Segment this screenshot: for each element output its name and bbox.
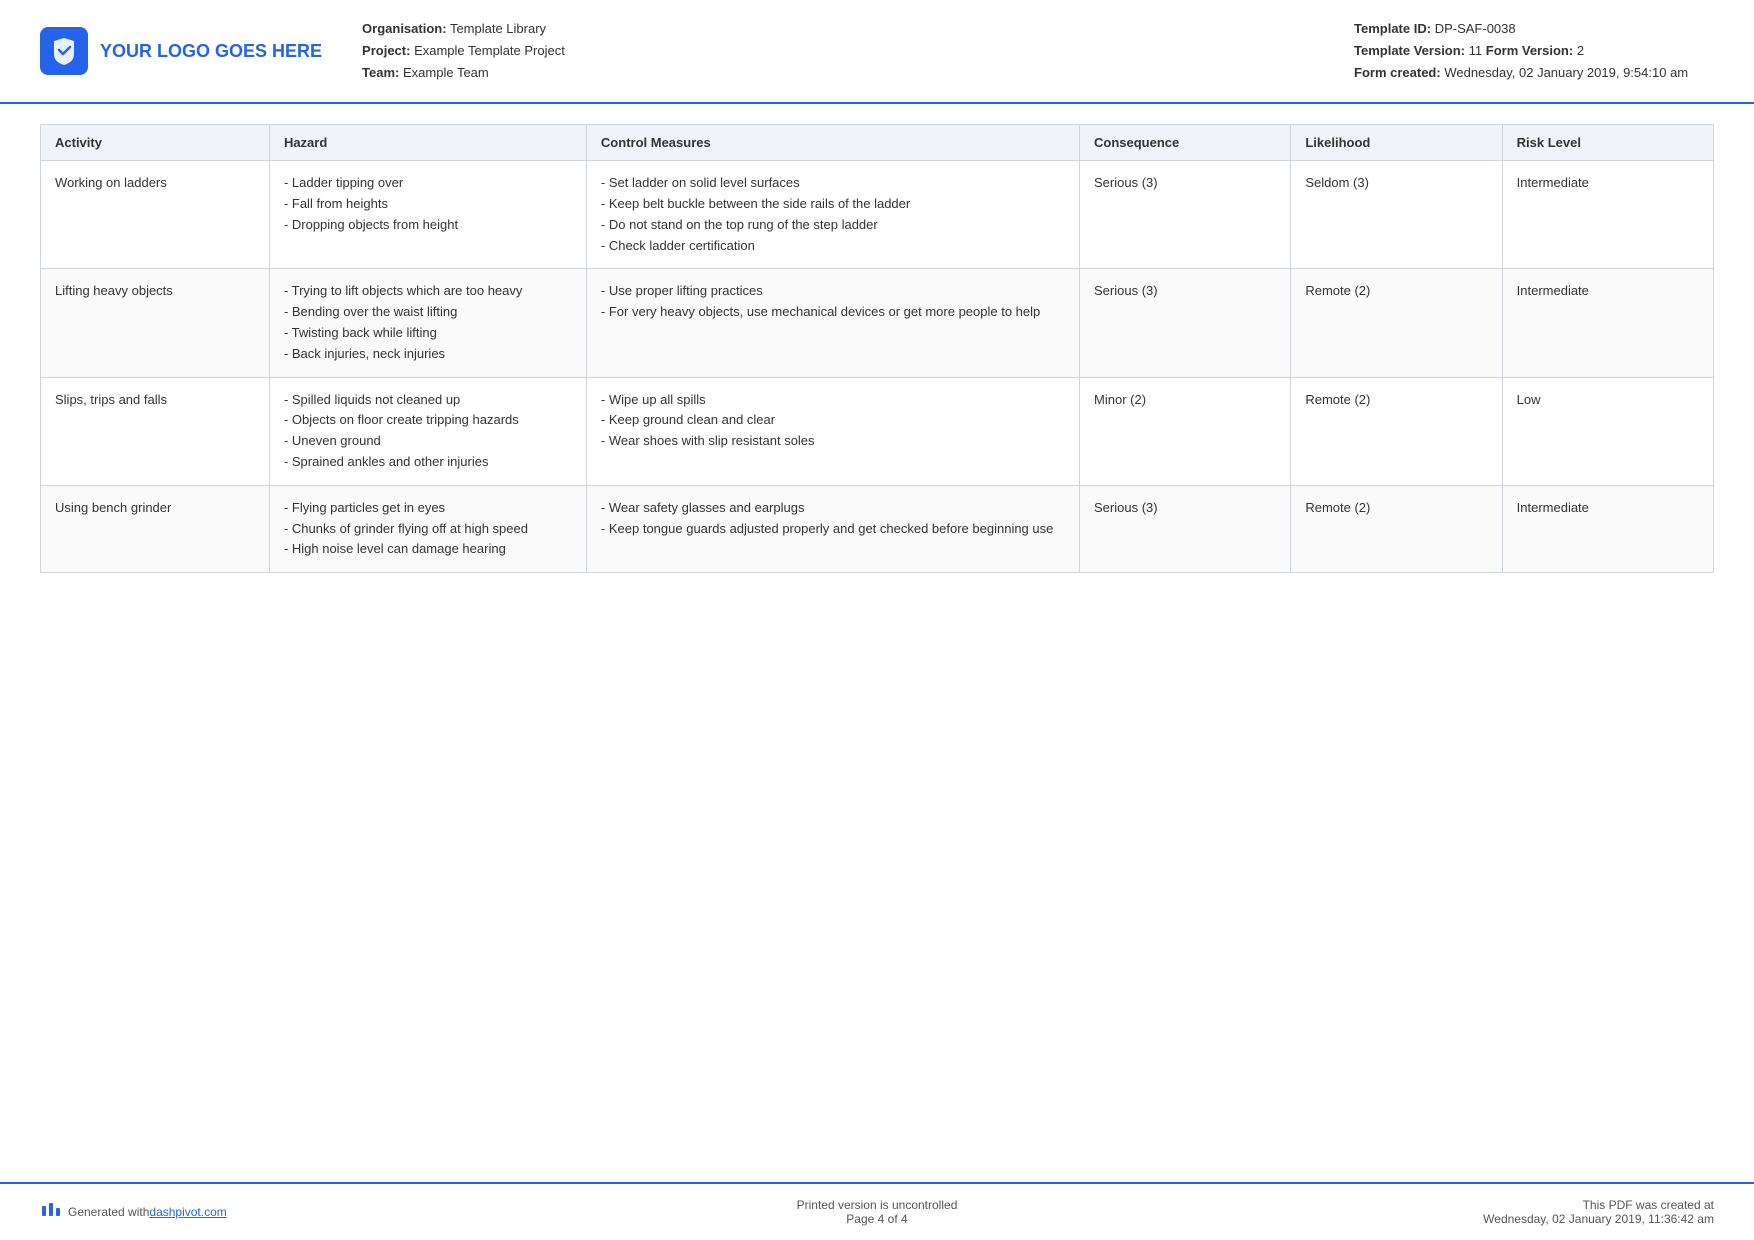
form-created-value: Wednesday, 02 January 2019, 9:54:10 am <box>1444 65 1688 80</box>
col-header-risk: Risk Level <box>1502 125 1713 161</box>
consequence-cell: Minor (2) <box>1080 377 1291 485</box>
activity-cell: Slips, trips and falls <box>41 377 270 485</box>
project-line: Project: Example Template Project <box>362 40 1354 62</box>
risk-level-cell: Low <box>1502 377 1713 485</box>
page: YOUR LOGO GOES HERE Organisation: Templa… <box>0 0 1754 1240</box>
footer-center: Printed version is uncontrolled Page 4 o… <box>797 1198 958 1226</box>
table-row: Slips, trips and falls- Spilled liquids … <box>41 377 1714 485</box>
hazard-cell: - Flying particles get in eyes- Chunks o… <box>269 485 586 572</box>
logo-icon <box>40 27 88 75</box>
template-version-label: Template Version: <box>1354 43 1465 58</box>
main-content: Activity Hazard Control Measures Consequ… <box>0 104 1754 1182</box>
template-id-value: DP-SAF-0038 <box>1435 21 1516 36</box>
hazard-cell: - Ladder tipping over- Fall from heights… <box>269 161 586 269</box>
template-id-line: Template ID: DP-SAF-0038 <box>1354 18 1714 40</box>
col-header-controls: Control Measures <box>586 125 1079 161</box>
version-line: Template Version: 11 Form Version: 2 <box>1354 40 1714 62</box>
likelihood-cell: Remote (2) <box>1291 377 1502 485</box>
controls-cell: - Set ladder on solid level surfaces- Ke… <box>586 161 1079 269</box>
created-line1: This PDF was created at <box>1414 1198 1714 1212</box>
logo-area: YOUR LOGO GOES HERE <box>40 27 322 75</box>
controls-cell: - Wipe up all spills- Keep ground clean … <box>586 377 1079 485</box>
likelihood-cell: Seldom (3) <box>1291 161 1502 269</box>
form-version-value: 2 <box>1577 43 1584 58</box>
col-header-likelihood: Likelihood <box>1291 125 1502 161</box>
dashpivot-icon <box>40 1200 62 1225</box>
col-header-hazard: Hazard <box>269 125 586 161</box>
logo-text: YOUR LOGO GOES HERE <box>100 41 322 62</box>
team-value: Example Team <box>403 65 489 80</box>
team-label: Team: <box>362 65 399 80</box>
org-line: Organisation: Template Library <box>362 18 1354 40</box>
likelihood-cell: Remote (2) <box>1291 485 1502 572</box>
table-row: Lifting heavy objects- Trying to lift ob… <box>41 269 1714 377</box>
col-header-consequence: Consequence <box>1080 125 1291 161</box>
project-value: Example Template Project <box>414 43 565 58</box>
created-line2: Wednesday, 02 January 2019, 11:36:42 am <box>1414 1212 1714 1226</box>
header: YOUR LOGO GOES HERE Organisation: Templa… <box>0 0 1754 104</box>
table-header-row: Activity Hazard Control Measures Consequ… <box>41 125 1714 161</box>
header-right: Template ID: DP-SAF-0038 Template Versio… <box>1354 18 1714 84</box>
consequence-cell: Serious (3) <box>1080 485 1291 572</box>
footer-right: This PDF was created at Wednesday, 02 Ja… <box>1414 1198 1714 1226</box>
hazard-cell: - Spilled liquids not cleaned up- Object… <box>269 377 586 485</box>
controls-cell: - Use proper lifting practices- For very… <box>586 269 1079 377</box>
form-created-label: Form created: <box>1354 65 1441 80</box>
footer: Generated with dashpivot.com Printed ver… <box>0 1182 1754 1240</box>
form-version-label: Form Version: <box>1486 43 1573 58</box>
activity-cell: Using bench grinder <box>41 485 270 572</box>
hazard-cell: - Trying to lift objects which are too h… <box>269 269 586 377</box>
risk-level-cell: Intermediate <box>1502 161 1713 269</box>
template-version-value: 11 <box>1469 43 1483 58</box>
activity-cell: Working on ladders <box>41 161 270 269</box>
activity-cell: Lifting heavy objects <box>41 269 270 377</box>
logo-svg <box>49 36 79 66</box>
risk-table: Activity Hazard Control Measures Consequ… <box>40 124 1714 573</box>
risk-level-cell: Intermediate <box>1502 485 1713 572</box>
printed-line1: Printed version is uncontrolled <box>797 1198 958 1212</box>
consequence-cell: Serious (3) <box>1080 269 1291 377</box>
org-value: Template Library <box>450 21 546 36</box>
consequence-cell: Serious (3) <box>1080 161 1291 269</box>
footer-left: Generated with dashpivot.com <box>40 1200 340 1225</box>
col-header-activity: Activity <box>41 125 270 161</box>
team-line: Team: Example Team <box>362 62 1354 84</box>
template-id-label: Template ID: <box>1354 21 1431 36</box>
generated-link[interactable]: dashpivot.com <box>149 1205 226 1219</box>
table-row: Using bench grinder- Flying particles ge… <box>41 485 1714 572</box>
risk-level-cell: Intermediate <box>1502 269 1713 377</box>
project-label: Project: <box>362 43 410 58</box>
org-label: Organisation: <box>362 21 447 36</box>
generated-text: Generated with <box>68 1205 149 1219</box>
printed-line2: Page 4 of 4 <box>797 1212 958 1226</box>
controls-cell: - Wear safety glasses and earplugs- Keep… <box>586 485 1079 572</box>
header-center: Organisation: Template Library Project: … <box>322 18 1354 84</box>
form-created-line: Form created: Wednesday, 02 January 2019… <box>1354 62 1714 84</box>
likelihood-cell: Remote (2) <box>1291 269 1502 377</box>
table-row: Working on ladders- Ladder tipping over-… <box>41 161 1714 269</box>
